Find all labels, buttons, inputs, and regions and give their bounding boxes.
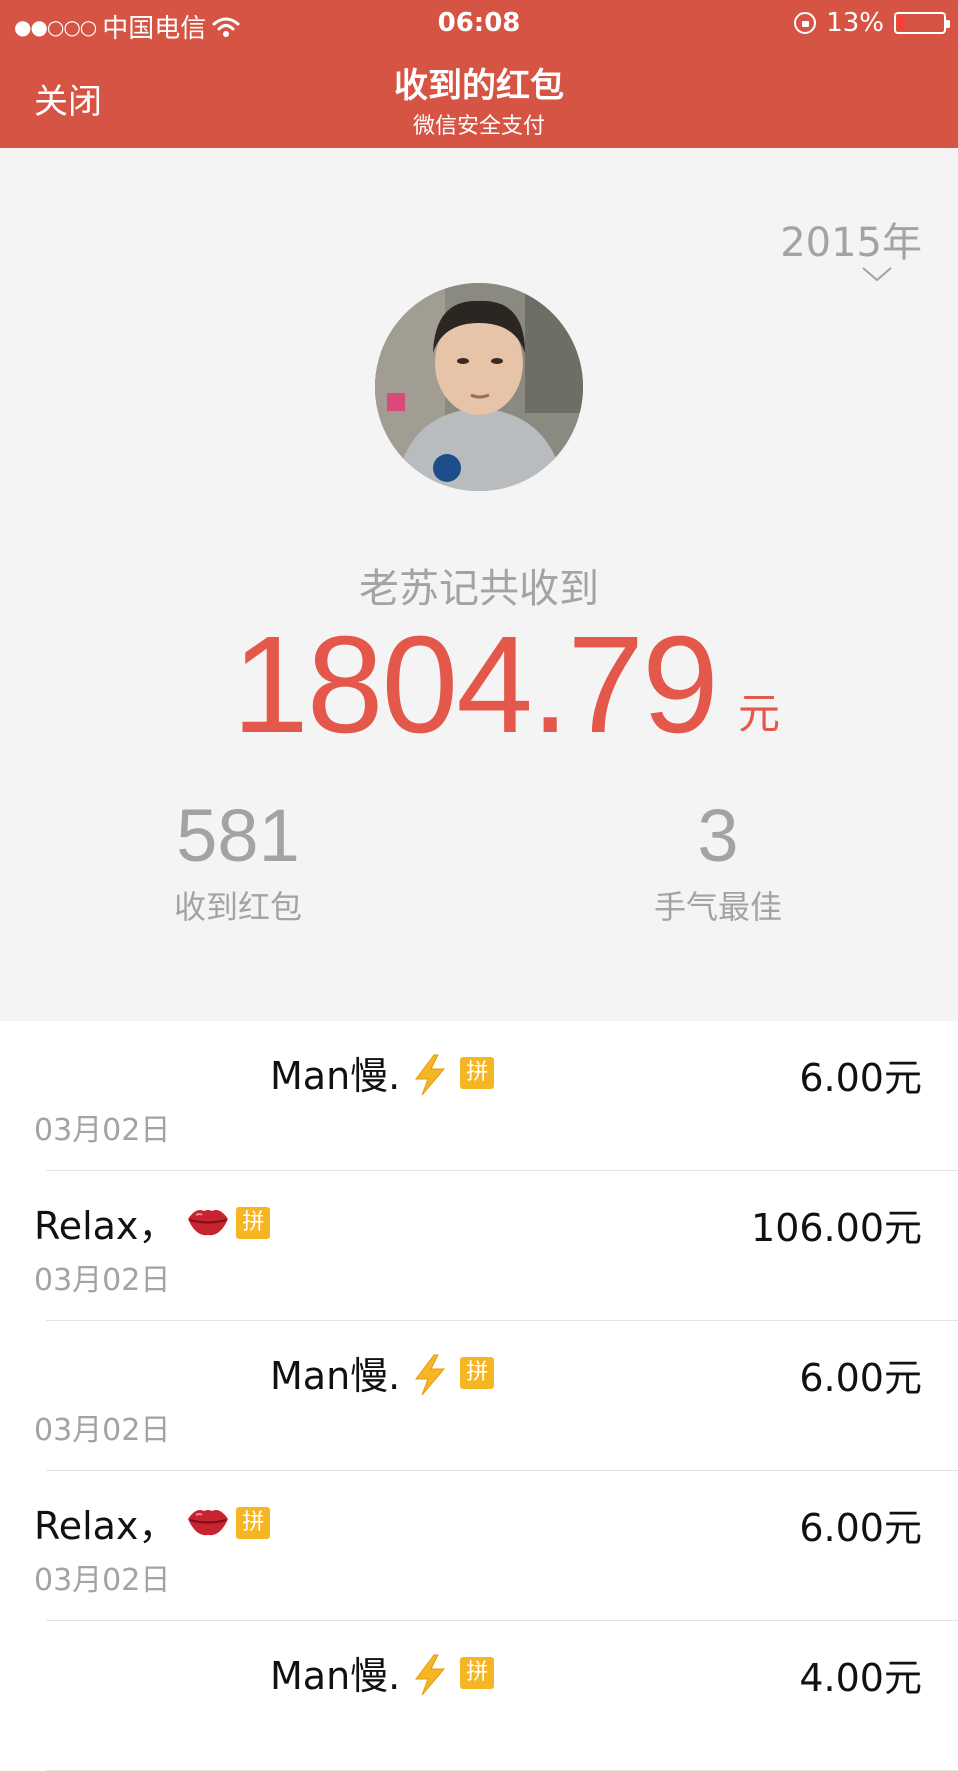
sender-name-group: Man慢. 拼	[270, 1645, 495, 1700]
summary-panel: 2015年 老苏记共收到 1804.79 元 581 收到红包 3 手气最佳	[0, 148, 958, 1021]
group-luck-badge: 拼	[460, 1056, 495, 1089]
chevron-down-icon[interactable]	[862, 266, 892, 282]
group-luck-badge: 拼	[236, 1206, 271, 1239]
status-right: 13%	[794, 8, 950, 38]
stat-best-luck: 3 手气最佳	[588, 795, 848, 928]
lips-icon	[186, 1503, 229, 1543]
record-date: 03月02日	[34, 1263, 171, 1298]
page-subtitle: 微信安全支付	[412, 114, 545, 139]
list-item[interactable]: Man慢. 拼 6.00元 03月02日	[0, 1021, 958, 1171]
lips-icon	[186, 1203, 229, 1243]
battery-icon	[894, 12, 950, 34]
record-amount: 6.00元	[799, 1506, 922, 1550]
received-count-label: 收到红包	[173, 888, 302, 927]
record-list: Man慢. 拼 6.00元 03月02日 Relax，拼 106.00元 03月02日 Man…	[0, 1021, 958, 1771]
sender-name-group: Man慢. 拼	[270, 1345, 495, 1400]
list-item[interactable]: Man慢. 拼 6.00元 03月02日	[0, 1321, 958, 1471]
sender-name-group: Relax， 拼	[34, 1195, 271, 1250]
list-item[interactable]: Man慢. 拼 4.00元	[0, 1621, 958, 1771]
battery-percent: 13%	[826, 8, 884, 38]
year-selector[interactable]: 2015年	[780, 210, 922, 268]
sender-name: Man慢.	[270, 1054, 401, 1098]
stat-received-count: 581 收到红包	[108, 795, 368, 928]
group-luck-badge: 拼	[460, 1356, 495, 1389]
page-title: 收到的红包	[394, 66, 564, 106]
received-count-value: 581	[176, 794, 300, 877]
avatar	[375, 283, 583, 491]
total-unit: 元	[738, 689, 781, 738]
lightning-icon	[410, 1053, 450, 1095]
record-amount: 106.00元	[751, 1206, 922, 1250]
record-date: 03月02日	[34, 1563, 171, 1598]
record-amount: 4.00元	[799, 1656, 922, 1700]
record-date: 03月02日	[34, 1113, 171, 1148]
sender-name-group: Man慢. 拼	[270, 1045, 495, 1100]
sender-name: Relax，	[34, 1204, 177, 1248]
rotation-lock-icon	[794, 12, 817, 34]
header: ●●○○○ 中国电信 06:08 13% 关闭 收到的红包 微信安全支付	[0, 0, 958, 148]
sender-name: Relax，	[34, 1504, 177, 1548]
sender-name-group: Relax， 拼	[34, 1495, 271, 1550]
record-amount: 6.00元	[799, 1356, 922, 1400]
record-amount: 6.00元	[799, 1056, 922, 1100]
total-label: 老苏记共收到	[359, 566, 599, 612]
best-luck-value: 3	[697, 794, 739, 877]
sender-name: Man慢.	[270, 1654, 401, 1698]
total-amount: 1804.79	[232, 608, 719, 762]
battery-fill	[898, 16, 904, 30]
lightning-icon	[410, 1353, 450, 1395]
list-item[interactable]: Relax， 拼 6.00元 03月02日	[0, 1471, 958, 1621]
lightning-icon	[410, 1653, 450, 1695]
list-item[interactable]: Relax， 拼 106.00元 03月02日	[0, 1171, 958, 1321]
record-date: 03月02日	[34, 1413, 171, 1448]
avatar-image	[375, 283, 583, 491]
status-bar: ●●○○○ 中国电信 06:08 13%	[0, 0, 958, 48]
sender-name: Man慢.	[270, 1354, 401, 1398]
group-luck-badge: 拼	[236, 1506, 271, 1539]
group-luck-badge: 拼	[460, 1656, 495, 1689]
best-luck-label: 手气最佳	[653, 888, 782, 927]
